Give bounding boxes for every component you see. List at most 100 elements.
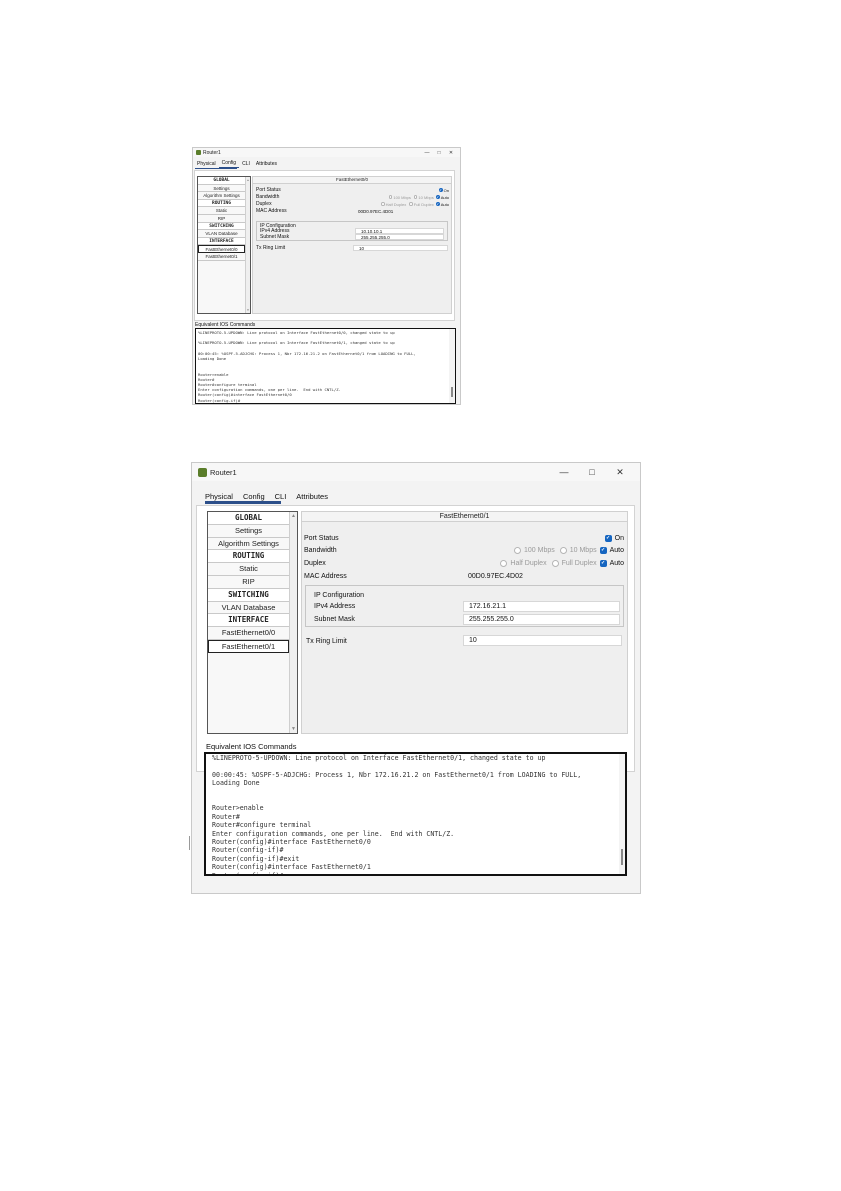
maximize-button[interactable]: □ [433, 150, 445, 156]
active-tab-indicator [205, 501, 281, 504]
console-scrollbar[interactable] [449, 329, 455, 403]
bandwidth-100-radio[interactable] [388, 195, 393, 199]
console-lines: %LINEPROTO-5-UPDOWN: Line protocol on In… [198, 330, 450, 403]
scroll-up-icon[interactable]: ▲ [290, 513, 297, 519]
console-line: Router(config)#interface FastEthernet0/0 [212, 838, 371, 847]
tab-attributes[interactable]: Attributes [291, 491, 333, 502]
console-line: Router# [212, 812, 240, 821]
nav-header-interface: INTERFACE [208, 614, 289, 628]
config-sidebar: GLOBAL Settings Algorithm Settings ROUTI… [197, 176, 251, 314]
bandwidth-10-radio[interactable] [413, 195, 418, 199]
window-titlebar[interactable]: Router1 — □ ✕ [192, 463, 640, 481]
config-content: GLOBAL Settings Algorithm Settings ROUTI… [194, 170, 455, 321]
tab-physical[interactable]: Physical [194, 161, 219, 168]
console-line: %LINEPROTO-5-UPDOWN: Line protocol on In… [212, 754, 546, 762]
nav-item-settings[interactable]: Settings [198, 185, 245, 193]
nav-item-static[interactable]: Static [208, 563, 289, 576]
console-line: Router(config-if)# [212, 846, 284, 855]
nav-item-fastethernet0-1[interactable]: FastEthernet0/1 [208, 639, 289, 653]
scroll-up-icon[interactable]: ▲ [246, 178, 250, 182]
nav-item-fastethernet0-0[interactable]: FastEthernet0/0 [208, 627, 289, 640]
minimize-button[interactable]: — [421, 150, 433, 156]
ios-console[interactable]: %LINEPROTO-5-UPDOWN: Line protocol on In… [195, 328, 456, 404]
window-controls: — □ ✕ [550, 467, 634, 478]
tab-cli[interactable]: CLI [239, 161, 253, 168]
close-button[interactable]: ✕ [445, 150, 457, 156]
close-button[interactable]: ✕ [606, 467, 634, 478]
console-scroll-thumb[interactable] [621, 849, 623, 865]
window-titlebar[interactable]: Router1 — □ ✕ [193, 148, 460, 157]
nav-item-algorithm-settings[interactable]: Algorithm Settings [208, 538, 289, 551]
duplex-full-radio[interactable] [409, 202, 413, 206]
tx-ring-limit-field[interactable]: 10 [463, 635, 622, 646]
console-lines: %LINEPROTO-5-UPDOWN: Line protocol on In… [212, 754, 615, 876]
subnet-mask-field[interactable]: 255.255.255.0 [355, 234, 444, 240]
tab-bar: Physical Config CLI Attributes [193, 160, 460, 168]
nav-item-vlan-database[interactable]: VLAN Database [208, 602, 289, 615]
duplex-row: Duplex Half Duplex Full Duplex ✓ Auto [302, 557, 627, 569]
subnet-mask-label: Subnet Mask [314, 615, 355, 623]
bandwidth-100-radio[interactable] [513, 546, 521, 554]
subnet-mask-label: Subnet Mask [260, 234, 290, 240]
bandwidth-auto-checkbox[interactable]: ✓ [435, 195, 440, 199]
sidebar-scrollbar[interactable]: ▲ ▼ [289, 512, 297, 733]
scroll-down-icon[interactable]: ▼ [290, 726, 297, 732]
bandwidth-100-label: 100 Mbps [393, 194, 411, 200]
ios-console[interactable]: %LINEPROTO-5-UPDOWN: Line protocol on In… [204, 752, 627, 876]
duplex-full-label: Full Duplex [561, 559, 597, 567]
ipv4-address-field[interactable]: 172.16.21.1 [463, 601, 620, 612]
ipv4-address-label: IPv4 Address [314, 602, 356, 610]
tab-attributes[interactable]: Attributes [253, 161, 280, 168]
tx-ring-limit-field[interactable]: 10 [353, 245, 448, 251]
duplex-half-radio[interactable] [381, 202, 385, 206]
subnet-mask-field[interactable]: 255.255.255.0 [463, 614, 620, 625]
bandwidth-100-label: 100 Mbps [523, 546, 555, 554]
duplex-half-radio[interactable] [500, 559, 508, 567]
ios-commands-label: Equivalent IOS Commands [206, 742, 297, 751]
bandwidth-10-radio[interactable] [559, 546, 567, 554]
router-window-fe01: Router1 — □ ✕ Physical Config CLI Attrib… [191, 462, 641, 894]
mac-address-field[interactable]: 00D0.97EC.4D02 [463, 571, 622, 582]
sidebar-scrollbar[interactable]: ▲ ▼ [245, 177, 250, 313]
nav-item-algorithm-settings[interactable]: Algorithm Settings [198, 192, 245, 200]
duplex-auto-checkbox[interactable]: ✓ [435, 202, 440, 206]
ip-configuration-label: IP Configuration [314, 591, 365, 599]
console-scrollbar[interactable] [619, 754, 625, 874]
bandwidth-auto-checkbox[interactable]: ✓ [599, 546, 607, 554]
active-tab-indicator [195, 168, 237, 169]
bandwidth-row: Bandwidth 100 Mbps 10 Mbps ✓ Auto [253, 194, 451, 200]
nav-item-static[interactable]: Static [198, 207, 245, 215]
ip-configuration-box: IP Configuration IPv4 Address 172.16.21.… [305, 585, 624, 627]
nav-item-rip[interactable]: RIP [198, 215, 245, 223]
nav-item-vlan-database[interactable]: VLAN Database [198, 230, 245, 238]
ip-configuration-box: IP Configuration IPv4 Address 10.10.10.1… [256, 221, 448, 241]
console-line: Router(config-if)#exit [212, 854, 300, 863]
maximize-button[interactable]: □ [578, 467, 606, 478]
tab-config[interactable]: Config [218, 160, 240, 168]
port-status-row: Port Status ✓ On [302, 532, 627, 544]
duplex-auto-checkbox[interactable]: ✓ [599, 559, 607, 567]
nav-item-fastethernet0-0[interactable]: FastEthernet0/0 [198, 245, 245, 253]
nav-item-rip[interactable]: RIP [208, 576, 289, 589]
mac-address-field[interactable]: 00D0.97EC.4D01 [353, 208, 448, 214]
nav-item-settings[interactable]: Settings [208, 525, 289, 538]
nav-header-switching: SWITCHING [208, 588, 289, 602]
router-window-fe00: Router1 — □ ✕ Physical Config CLI Attrib… [192, 147, 461, 405]
nav-item-fastethernet0-1[interactable]: FastEthernet0/1 [198, 253, 245, 261]
console-line: Router(config-if)# [198, 397, 241, 403]
minimize-button[interactable]: — [550, 467, 578, 478]
console-line: Router>enable [212, 804, 264, 813]
interface-heading: FastEthernet0/0 [253, 177, 451, 184]
bandwidth-10-label: 10 Mbps [418, 194, 434, 200]
console-scroll-thumb[interactable] [451, 387, 453, 397]
console-line: Router(config-if)# [212, 871, 284, 876]
console-line: Enter configuration commands, one per li… [212, 829, 455, 838]
duplex-row: Duplex Half Duplex Full Duplex ✓ Auto [253, 201, 451, 207]
scroll-down-icon[interactable]: ▼ [246, 308, 250, 312]
bandwidth-label: Bandwidth [256, 194, 280, 200]
port-status-checkbox[interactable]: ✓ [604, 534, 612, 542]
port-status-checkbox[interactable]: ✓ [438, 188, 443, 192]
duplex-full-radio[interactable] [551, 559, 559, 567]
